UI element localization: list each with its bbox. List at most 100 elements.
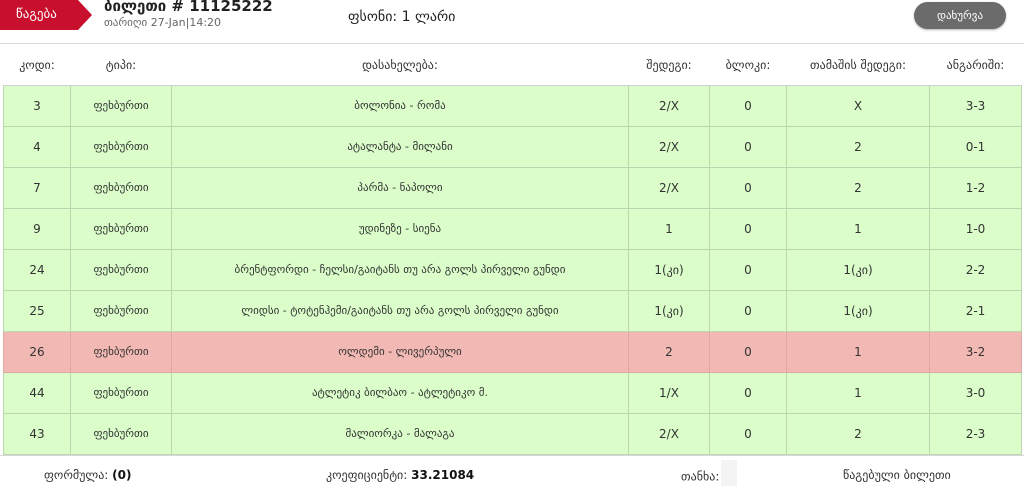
column-header-game-result: თამაშის შედეგი:	[786, 45, 930, 86]
cell-score: 3-0	[929, 371, 1022, 414]
cell-name: ბრენტფორდი - ჩელსი/გაიტანს თუ არა გოლს პ…	[171, 248, 629, 291]
cell-name: ოლდემი - ლივერპული	[171, 330, 629, 373]
cell-score: 0-1	[929, 125, 1022, 168]
cell-game-result: 2	[786, 166, 930, 209]
cell-code: 4	[3, 125, 71, 168]
table-row: 43 ფეხბურთი მალიორკა - მალაგა 2/X 0 2 2-3	[3, 412, 1022, 455]
column-header-score: ანგარიში:	[929, 45, 1022, 86]
lost-ticket-label: წაგებული ბილეთი	[843, 468, 951, 482]
date-label: თარიღი	[104, 16, 148, 29]
close-button[interactable]: დახურვა	[914, 2, 1006, 29]
cell-code: 43	[3, 412, 71, 455]
table-row: 4 ფეხბურთი ატალანტა - მილანი 2/X 0 2 0-1	[3, 125, 1022, 168]
cell-type: ფეხბურთი	[70, 248, 172, 291]
cell-type: ფეხბურთი	[70, 207, 172, 250]
cell-game-result: 1	[786, 330, 930, 373]
cell-type: ფეხბურთი	[70, 412, 172, 455]
status-tag: წაგება	[0, 0, 92, 30]
cell-name: მალიორკა - მალაგა	[171, 412, 629, 455]
table-row: 3 ფეხბურთი ბოლონია - რომა 2/X 0 X 3-3	[3, 84, 1022, 127]
cell-block: 0	[709, 166, 787, 209]
amount-value-box	[721, 460, 738, 486]
column-header-block: ბლოკი:	[709, 45, 787, 86]
cell-game-result: 1	[786, 207, 930, 250]
cell-type: ფეხბურთი	[70, 289, 172, 332]
cell-score: 3-2	[929, 330, 1022, 373]
coefficient-value: 33.21084	[411, 468, 475, 482]
cell-code: 26	[3, 330, 71, 373]
ticket-title: ბილეთი # 11125222	[104, 0, 273, 15]
amount: თანხა:	[681, 460, 738, 486]
column-header-type: ტიპი:	[70, 45, 172, 86]
ticket-header: წაგება ბილეთი # 11125222 თარიღი 27-Jan|1…	[0, 0, 1024, 44]
cell-score: 1-0	[929, 207, 1022, 250]
cell-name: პარმა - ნაპოლი	[171, 166, 629, 209]
cell-game-result: 2	[786, 412, 930, 455]
cell-score: 1-2	[929, 166, 1022, 209]
cell-block: 0	[709, 330, 787, 373]
ticket-footer: ფორმულა: (0) კოეფიციენტი: 33.21084 თანხა…	[0, 455, 1024, 495]
coefficient-label: კოეფიციენტი:	[326, 468, 408, 482]
table-row: 24 ფეხბურთი ბრენტფორდი - ჩელსი/გაიტანს თუ …	[3, 248, 1022, 291]
table-row: 7 ფეხბურთი პარმა - ნაპოლი 2/X 0 2 1-2	[3, 166, 1022, 209]
cell-code: 3	[3, 84, 71, 127]
cell-score: 3-3	[929, 84, 1022, 127]
cell-type: ფეხბურთი	[70, 166, 172, 209]
coefficient: კოეფიციენტი: 33.21084	[326, 468, 474, 482]
cell-block: 0	[709, 248, 787, 291]
cell-block: 0	[709, 207, 787, 250]
cell-score: 2-2	[929, 248, 1022, 291]
amount-label: თანხა:	[681, 469, 720, 484]
cell-name: ატლეტიკ ბილბაო - ატლეტიკო მ.	[171, 371, 629, 414]
cell-name: ატალანტა - მილანი	[171, 125, 629, 168]
cell-result: 2/X	[628, 412, 710, 455]
cell-result: 2/X	[628, 125, 710, 168]
cell-result: 2	[628, 330, 710, 373]
table-row: 9 ფეხბურთი უდინეზე - სიენა 1 0 1 1-0	[3, 207, 1022, 250]
cell-block: 0	[709, 125, 787, 168]
stake-value: 1 ლარი	[401, 9, 456, 25]
formula-label: ფორმულა:	[44, 468, 109, 482]
cell-block: 0	[709, 412, 787, 455]
table-row: 44 ფეხბურთი ატლეტიკ ბილბაო - ატლეტიკო მ. 1/…	[3, 371, 1022, 414]
stake-label: ფსონი:	[348, 9, 398, 25]
cell-code: 24	[3, 248, 71, 291]
cell-type: ფეხბურთი	[70, 330, 172, 373]
cell-code: 44	[3, 371, 71, 414]
cell-game-result: X	[786, 84, 930, 127]
cell-result: 1(კი)	[628, 248, 710, 291]
cell-score: 2-1	[929, 289, 1022, 332]
cell-code: 9	[3, 207, 71, 250]
cell-code: 7	[3, 166, 71, 209]
date-value: 27-Jan|14:20	[150, 16, 222, 29]
column-header-name: დასახელება:	[171, 45, 629, 86]
formula-value: (0)	[112, 468, 132, 482]
formula: ფორმულა: (0)	[44, 468, 132, 482]
cell-name: ბოლონია - რომა	[171, 84, 629, 127]
cell-type: ფეხბურთი	[70, 371, 172, 414]
cell-type: ფეხბურთი	[70, 125, 172, 168]
cell-game-result: 1(კი)	[786, 289, 930, 332]
cell-block: 0	[709, 289, 787, 332]
table-header-row: კოდი: ტიპი: დასახელება: შედეგი: ბლოკი: თ…	[3, 45, 1022, 86]
cell-result: 1(კი)	[628, 289, 710, 332]
column-header-result: შედეგი:	[628, 45, 710, 86]
stake: ფსონი: 1 ლარი	[348, 9, 455, 25]
table-row: 25 ფეხბურთი ლიდსი - ტოტენჰემი/გაიტანს თუ ა…	[3, 289, 1022, 332]
cell-code: 25	[3, 289, 71, 332]
cell-game-result: 1(კი)	[786, 248, 930, 291]
cell-result: 2/X	[628, 166, 710, 209]
cell-block: 0	[709, 84, 787, 127]
cell-result: 1	[628, 207, 710, 250]
ticket-date: თარიღი 27-Jan|14:20	[104, 16, 221, 29]
cell-block: 0	[709, 371, 787, 414]
cell-game-result: 1	[786, 371, 930, 414]
cell-score: 2-3	[929, 412, 1022, 455]
cell-type: ფეხბურთი	[70, 84, 172, 127]
cell-result: 2/X	[628, 84, 710, 127]
cell-game-result: 2	[786, 125, 930, 168]
bets-table: კოდი: ტიპი: დასახელება: შედეგი: ბლოკი: თ…	[3, 45, 1022, 455]
cell-name: ლიდსი - ტოტენჰემი/გაიტანს თუ არა გოლს პი…	[171, 289, 629, 332]
column-header-code: კოდი:	[3, 45, 71, 86]
table-row: 26 ფეხბურთი ოლდემი - ლივერპული 2 0 1 3-2	[3, 330, 1022, 373]
